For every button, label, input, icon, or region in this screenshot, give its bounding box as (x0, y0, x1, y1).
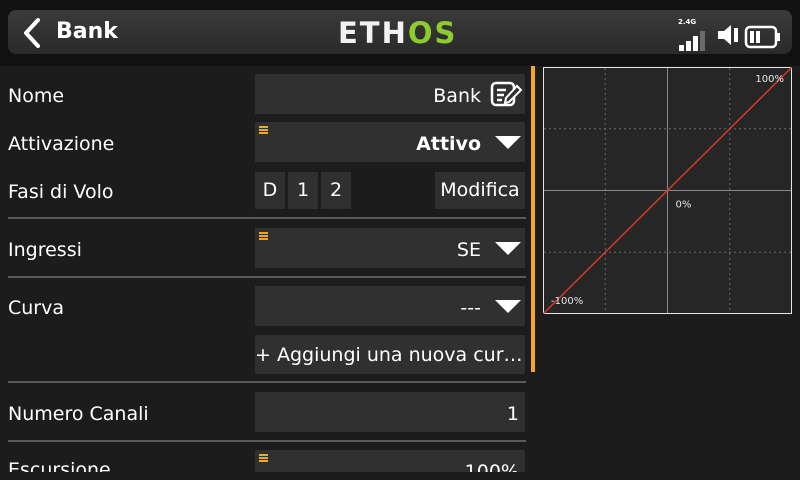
flight-mode-2-toggle[interactable]: 2 (321, 172, 351, 209)
header: Bank ETHOS 2.4G (0, 0, 800, 66)
chart-label-top: 100% (755, 74, 784, 85)
page-title: Bank (56, 19, 118, 44)
rf-band-label: 2.4G (678, 18, 697, 26)
divider (8, 276, 526, 278)
back-button[interactable] (12, 12, 52, 52)
divider (8, 381, 526, 383)
ethos-logo: ETHOS (338, 16, 458, 50)
divider (8, 440, 526, 442)
add-curve-button[interactable]: + Aggiungi una nuova cur… (255, 335, 525, 374)
battery-icon (744, 25, 780, 49)
chart-label-center: 0% (676, 200, 692, 211)
chevron-down-icon (495, 242, 521, 255)
speaker-icon (718, 25, 738, 45)
name-label: Nome (8, 85, 65, 107)
activation-label: Attivazione (8, 133, 115, 155)
flight-modes-label: Fasi di Volo (8, 181, 114, 203)
add-curve-label: + Aggiungi una nuova cur… (255, 344, 523, 366)
channels-value: 1 (506, 403, 519, 425)
source-marker-icon (259, 454, 268, 462)
curve-dropdown[interactable]: --- (255, 286, 525, 326)
edit-icon (490, 81, 522, 107)
activation-dropdown[interactable]: Attivo (255, 122, 525, 162)
range-field[interactable]: 100% (255, 450, 525, 472)
signal-bars-icon (679, 31, 705, 51)
curve-chart: 100% 0% -100% (543, 67, 792, 314)
channels-field[interactable]: 1 (255, 392, 525, 432)
name-value: Bank (433, 85, 481, 107)
flight-mode-d-toggle[interactable]: D (255, 172, 285, 209)
inputs-dropdown[interactable]: SE (255, 228, 525, 268)
curve-label: Curva (8, 297, 65, 319)
name-field[interactable]: Bank (255, 74, 525, 114)
source-marker-icon (259, 126, 268, 134)
flight-mode-1-toggle[interactable]: 1 (288, 172, 318, 209)
scrollbar[interactable] (531, 66, 535, 372)
inputs-label: Ingressi (8, 239, 82, 261)
inputs-value: SE (456, 239, 481, 261)
mixer-edit-screen: Bank ETHOS 2.4G Nome Bank Attivazione At… (0, 0, 800, 480)
range-label: Escursione (8, 459, 111, 472)
chevron-left-icon (24, 18, 40, 48)
edit-flight-modes-button[interactable]: Modifica (435, 172, 525, 209)
range-row-clip: Escursione 100% (0, 448, 530, 472)
source-marker-icon (259, 232, 268, 240)
chevron-down-icon (495, 136, 521, 149)
activation-value: Attivo (416, 133, 481, 155)
curve-value: --- (460, 297, 481, 319)
range-value: 100% (464, 461, 519, 472)
chevron-down-icon (495, 300, 521, 313)
channels-label: Numero Canali (8, 403, 149, 425)
chart-label-bottom: -100% (551, 296, 583, 307)
divider (8, 217, 526, 219)
